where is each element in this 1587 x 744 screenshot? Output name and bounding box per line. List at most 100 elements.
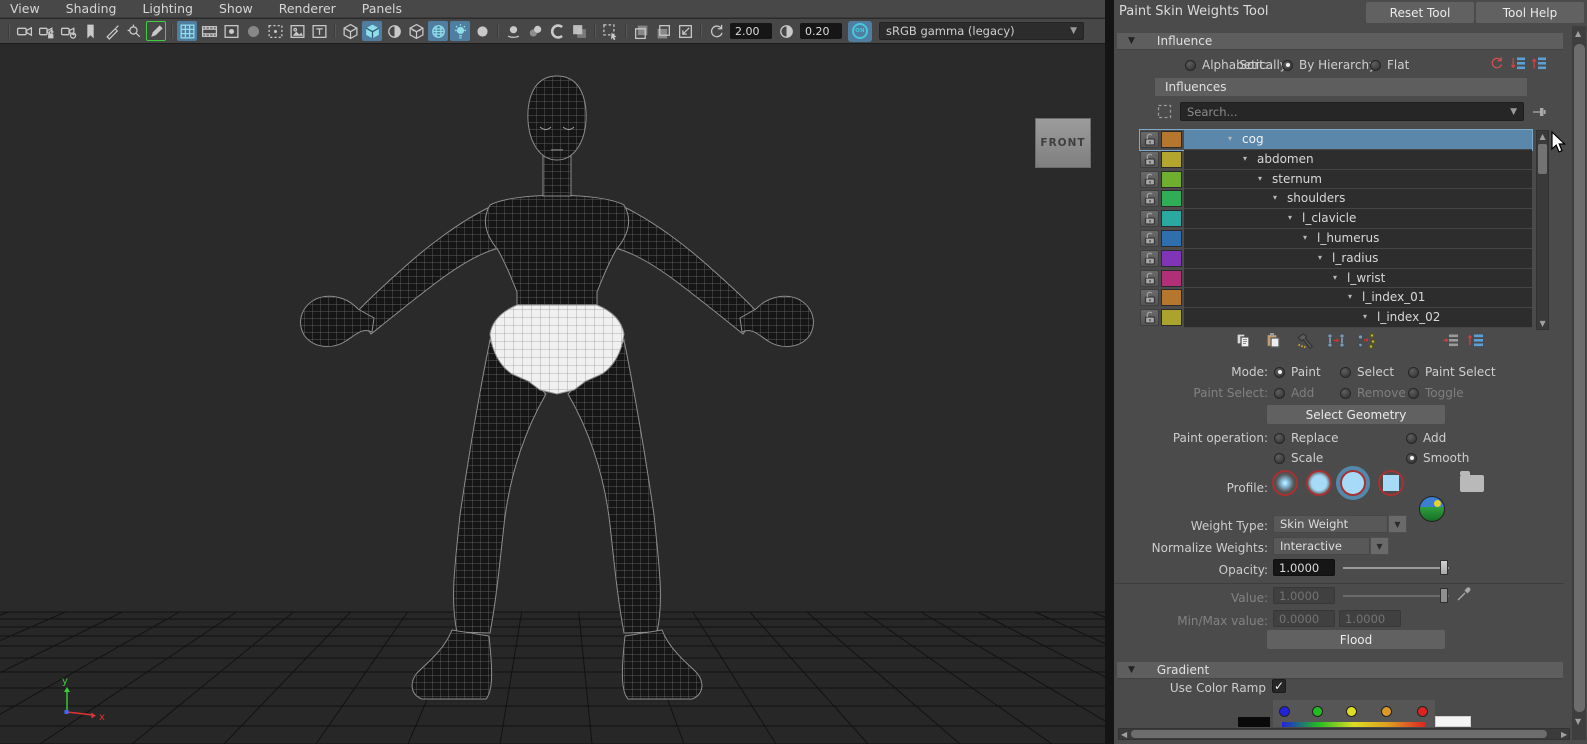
sort-radio-flat[interactable]: Flat — [1370, 58, 1409, 72]
influence-color-swatch[interactable] — [1161, 270, 1182, 287]
ramp-white-swatch[interactable] — [1435, 716, 1471, 727]
expand-triangle-icon[interactable]: ▾ — [1243, 154, 1247, 163]
grease-pencil-icon[interactable] — [102, 21, 122, 41]
wireframe-on-shaded-icon[interactable] — [428, 21, 448, 41]
radio-button-icon[interactable] — [1282, 60, 1293, 71]
shaded-cube-icon[interactable] — [362, 21, 382, 41]
scroll-up-icon[interactable]: ▲ — [1575, 30, 1581, 38]
gate-mask-icon[interactable] — [243, 21, 263, 41]
safe-action-icon[interactable] — [287, 21, 307, 41]
lock-icon[interactable] — [1140, 270, 1159, 287]
radio-button-icon[interactable] — [1406, 453, 1417, 464]
lock-icon[interactable] — [1140, 309, 1159, 326]
influence-color-swatch[interactable] — [1161, 250, 1182, 267]
wireframe-cube-icon[interactable] — [340, 21, 360, 41]
copy-vertex-weights-icon[interactable] — [1442, 332, 1461, 353]
influence-color-swatch[interactable] — [1161, 190, 1182, 207]
chevron-down-icon[interactable]: ▼ — [1070, 26, 1077, 36]
multisample-icon[interactable] — [547, 21, 567, 41]
influence-section-header[interactable]: ▼ Influence — [1117, 33, 1563, 50]
radio-button-icon[interactable] — [1340, 367, 1351, 378]
ramp-gradient-strip[interactable] — [1282, 722, 1426, 727]
textured-cube-icon[interactable] — [406, 21, 426, 41]
browse-profile-folder-icon[interactable] — [1460, 475, 1484, 492]
scroll-left-icon[interactable]: ◀ — [1121, 731, 1127, 739]
select-geometry-button[interactable]: Select Geometry — [1267, 405, 1445, 424]
camera-settings-icon[interactable] — [58, 21, 78, 41]
influence-row-l_humerus[interactable]: ▾l_humerus — [1140, 229, 1532, 249]
mode-radio-paint[interactable]: Paint — [1274, 365, 1321, 379]
brush-profile-soft[interactable] — [1306, 470, 1332, 496]
menu-view[interactable]: View — [10, 1, 40, 16]
lock-icon[interactable] — [1140, 190, 1159, 207]
influence-name-cell[interactable]: ▾l_index_01 — [1184, 288, 1532, 308]
influence-row-shoulders[interactable]: ▾shoulders — [1140, 189, 1532, 209]
pan-zoom-icon[interactable] — [124, 21, 144, 41]
resolution-gate-icon[interactable] — [221, 21, 241, 41]
paint-operation-radio-add[interactable]: Add — [1406, 431, 1446, 445]
lock-icon[interactable] — [1140, 289, 1159, 306]
sort-ascending-icon[interactable] — [1531, 55, 1548, 76]
view-cube[interactable]: FRONT — [1035, 118, 1091, 168]
menu-lighting[interactable]: Lighting — [142, 1, 193, 16]
sort-descending-icon[interactable] — [1510, 55, 1527, 76]
paint-operation-radio-scale[interactable]: Scale — [1274, 451, 1323, 465]
reset-tool-button[interactable]: Reset Tool — [1366, 2, 1474, 23]
radio-button-icon[interactable] — [1408, 367, 1419, 378]
refresh-influences-icon[interactable] — [1488, 55, 1505, 76]
expand-triangle-icon[interactable]: ▾ — [1228, 134, 1232, 143]
grid-icon[interactable] — [177, 21, 197, 41]
expand-triangle-icon[interactable]: ▾ — [1303, 233, 1307, 242]
swap-joint-weights-icon[interactable] — [1356, 332, 1376, 353]
influence-row-abdomen[interactable]: ▾abdomen — [1140, 150, 1532, 170]
ramp-color-stop[interactable] — [1279, 706, 1290, 717]
ramp-color-stop[interactable] — [1312, 706, 1323, 717]
use-lights-icon[interactable] — [450, 21, 470, 41]
gamma-field[interactable]: 0.20 — [800, 23, 842, 39]
influence-color-swatch[interactable] — [1161, 131, 1182, 148]
panel-vertical-scrollbar[interactable]: ▲ ▼ — [1572, 26, 1586, 740]
scrollbar-thumb[interactable] — [1538, 144, 1547, 174]
radio-button-icon[interactable] — [1185, 60, 1196, 71]
viewport-canvas[interactable]: yx FRONT persp-Z — [0, 45, 1105, 744]
expand-triangle-icon[interactable]: ▾ — [1273, 193, 1277, 202]
safe-title-icon[interactable] — [309, 21, 329, 41]
expand-triangle-icon[interactable]: ▾ — [1333, 273, 1337, 282]
scroll-down-icon[interactable]: ▼ — [1575, 718, 1581, 726]
scrollbar-thumb[interactable] — [1131, 730, 1547, 738]
bookmark-icon[interactable] — [80, 21, 100, 41]
influence-color-swatch[interactable] — [1161, 230, 1182, 247]
select-influence-icon[interactable] — [1156, 103, 1174, 125]
influence-row-cog[interactable]: ▾cog — [1140, 130, 1532, 150]
exposure-reset-icon[interactable] — [706, 21, 726, 41]
normalize-weights-dropdown-arrow-icon[interactable]: ▼ — [1370, 537, 1389, 555]
exposure-field[interactable]: 2.00 — [730, 23, 772, 39]
color-management-toggle[interactable]: ON — [848, 21, 872, 42]
half-sphere-icon[interactable] — [384, 21, 404, 41]
mode-radio-select[interactable]: Select — [1340, 365, 1394, 379]
lock-icon[interactable] — [1140, 151, 1159, 168]
influence-color-swatch[interactable] — [1161, 171, 1182, 188]
lock-icon[interactable] — [1140, 210, 1159, 227]
brush-profile-square[interactable] — [1378, 470, 1404, 496]
influence-row-l_index_02[interactable]: ▾l_index_02 — [1140, 308, 1532, 328]
influence-name-cell[interactable]: ▾l_clavicle — [1184, 209, 1532, 229]
influence-name-cell[interactable]: ▾l_radius — [1184, 249, 1532, 269]
influence-name-cell[interactable]: ▾shoulders — [1184, 189, 1532, 209]
scroll-down-icon[interactable]: ▼ — [1540, 320, 1546, 328]
shadows-icon[interactable] — [472, 21, 492, 41]
paste-vertex-weights-icon[interactable] — [1467, 332, 1486, 353]
normalize-weights-dropdown[interactable]: Interactive — [1273, 537, 1370, 555]
sort-radio-alphabetically[interactable]: Alphabetically — [1185, 58, 1287, 72]
influence-name-cell[interactable]: ▾cog — [1184, 130, 1532, 150]
motion-blur-icon[interactable] — [525, 21, 545, 41]
pin-influence-icon[interactable] — [1531, 104, 1547, 124]
menu-panels[interactable]: Panels — [362, 1, 402, 16]
influence-row-l_wrist[interactable]: ▾l_wrist — [1140, 269, 1532, 289]
film-gate-icon[interactable] — [199, 21, 219, 41]
weight-type-dropdown[interactable]: Skin Weight — [1273, 515, 1388, 533]
expand-triangle-icon[interactable]: ▾ — [1258, 174, 1262, 183]
gradient-section-header[interactable]: ▼ Gradient — [1117, 662, 1563, 679]
depth-peeling-icon[interactable] — [569, 21, 589, 41]
expand-triangle-icon[interactable]: ▾ — [1363, 312, 1367, 321]
